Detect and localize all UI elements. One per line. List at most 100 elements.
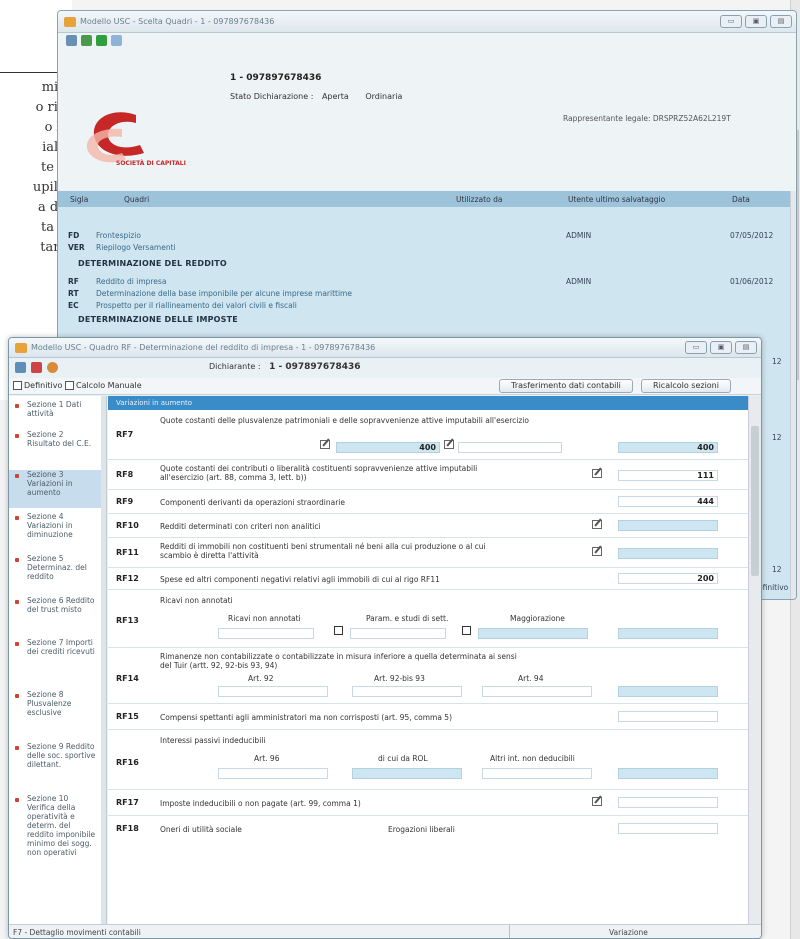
nav-scrollbar[interactable] (101, 396, 106, 924)
declaration-id: 1 - 097897678436 (230, 73, 322, 83)
table-scrollbar[interactable] (790, 191, 796, 599)
declaration-info: 1 - 097897678436 Stato Dichiarazione : A… (230, 73, 402, 101)
col-utente[interactable]: Utente ultimo salvataggio (568, 195, 665, 204)
window-titlebar[interactable]: Modello USC - Scelta Quadri - 1 - 097897… (58, 11, 796, 33)
rf16-field-1[interactable] (218, 768, 328, 779)
nav-item[interactable]: Sezione 7 Importi dei crediti ricevuti (9, 638, 101, 686)
rf16-field-3[interactable] (482, 768, 592, 779)
close-button[interactable]: ▤ (735, 341, 757, 354)
rf7-value-1: 400 (419, 443, 436, 452)
ricalcolo-button[interactable]: Ricalcolo sezioni (641, 379, 731, 393)
app-icon (15, 342, 27, 353)
nav-item[interactable]: Sezione 6 Reddito del trust misto (9, 596, 101, 634)
rf14-sub-label: Art. 92 (248, 674, 274, 683)
rf14-field-3[interactable] (482, 686, 592, 697)
restore-button[interactable]: ▤ (770, 15, 792, 28)
partial-date: 12 (772, 357, 782, 366)
edit-icon[interactable] (592, 469, 602, 478)
rf13-total-field[interactable] (618, 628, 718, 639)
edit-icon[interactable] (320, 440, 330, 449)
rf14-field-2[interactable] (352, 686, 462, 697)
rf14-total-field[interactable] (618, 686, 718, 697)
row-utente: ADMIN (566, 231, 592, 240)
edit-icon[interactable] (592, 797, 602, 806)
table-row[interactable]: VER Riepilogo Versamenti (68, 243, 176, 252)
col-utilizzato[interactable]: Utilizzato da (456, 195, 502, 204)
rf7-field-2[interactable] (458, 442, 562, 453)
maximize-button[interactable]: ▣ (745, 15, 767, 28)
checkbox-box[interactable] (13, 381, 22, 390)
rf13-checkbox-1[interactable] (334, 626, 343, 635)
rf14-sub-label: Art. 94 (518, 674, 544, 683)
table-row[interactable]: RT Determinazione della base imponibile p… (68, 289, 352, 298)
rf11-field[interactable] (618, 548, 718, 559)
copy-icon[interactable] (111, 35, 122, 46)
rf14-field-1[interactable] (218, 686, 328, 697)
print-icon[interactable] (31, 362, 42, 373)
nav-item[interactable]: Sezione 5 Determinaz. del reddito (9, 554, 101, 592)
table-row[interactable]: EC Prospetto per il riallineamento dei va… (68, 301, 297, 310)
minimize-button[interactable]: ▭ (685, 341, 707, 354)
stato-label: Stato Dichiarazione : (230, 92, 314, 101)
nav-item[interactable]: Sezione 1 Dati attività (9, 400, 101, 428)
content-scrollbar[interactable] (748, 396, 761, 924)
rf16-field-2[interactable] (352, 768, 462, 779)
rf18-field[interactable] (618, 823, 718, 834)
nav-item-selected[interactable]: Sezione 3 Variazioni in aumento (9, 470, 101, 508)
rf13-sub-label: Maggiorazione (510, 614, 565, 623)
window-title: Modello USC - Scelta Quadri - 1 - 097897… (80, 17, 275, 26)
rf13-checkbox-2[interactable] (462, 626, 471, 635)
rf13-field-1[interactable] (218, 628, 314, 639)
edit-icon[interactable] (444, 440, 454, 449)
table-row[interactable]: RF Reddito di impresa (68, 277, 166, 286)
row-sigla: VER (68, 243, 85, 252)
save-icon[interactable] (15, 362, 26, 373)
row-sigla: FD (68, 231, 80, 240)
section-header: Variazioni in aumento (108, 396, 748, 410)
scrollbar-thumb[interactable] (751, 426, 759, 576)
minimize-button[interactable]: ▭ (720, 15, 742, 28)
maximize-button[interactable]: ▣ (710, 341, 732, 354)
rf13-field-3[interactable] (478, 628, 588, 639)
nav-item[interactable]: Sezione 8 Plusvalenze esclusive (9, 690, 101, 738)
check-icon[interactable] (96, 35, 107, 46)
rf13-field-2[interactable] (350, 628, 446, 639)
nav-item[interactable]: Sezione 9 Reddito delle soc. sportive di… (9, 742, 101, 790)
trasferimento-button[interactable]: Trasferimento dati contabili (499, 379, 633, 393)
nav-item[interactable]: Sezione 4 Variazioni in diminuzione (9, 512, 101, 550)
rf17-field[interactable] (618, 797, 718, 808)
row-rf18: RF18 Oneri di utilità sociale Erogazioni… (108, 816, 748, 842)
form-content: Variazioni in aumento RF7 Quote costanti… (108, 396, 748, 924)
row-rf8: RF8 Quote costanti dei contributi o libe… (108, 460, 748, 490)
calcolo-manuale-checkbox[interactable]: Calcolo Manuale (65, 381, 142, 390)
nav-item[interactable]: Sezione 10 Verifica della operatività e … (9, 794, 101, 924)
rf15-field[interactable] (618, 711, 718, 722)
nav-item[interactable]: Sezione 2 Risultato del C.E. (9, 430, 101, 468)
col-sigla[interactable]: Sigla (70, 195, 88, 204)
col-data[interactable]: Data (732, 195, 750, 204)
row-desc: all'esercizio (art. 88, comma 3, lett. b… (160, 473, 307, 482)
table-row[interactable]: FD Frontespizio (68, 231, 141, 240)
definitivo-checkbox[interactable]: Definitivo (13, 381, 62, 390)
row-desc: Quote costanti delle plusvalenze patrimo… (160, 416, 529, 425)
col-quadri[interactable]: Quadri (124, 195, 149, 204)
help-icon[interactable] (47, 362, 58, 373)
grid-icon[interactable] (81, 35, 92, 46)
status-right: Variazione (609, 928, 648, 937)
checkbox-box[interactable] (65, 381, 74, 390)
row-desc: Spese ed altri componenti negativi relat… (160, 575, 440, 584)
bullet-icon (15, 746, 19, 750)
bullet-icon (15, 404, 19, 408)
row-code: RF10 (116, 521, 139, 530)
rf10-field[interactable] (618, 520, 718, 531)
bullet-icon (15, 600, 19, 604)
rf16-sub-label: di cui da ROL (378, 754, 428, 763)
window-titlebar[interactable]: Modello USC - Quadro RF - Determinazione… (9, 338, 761, 358)
print-icon[interactable] (66, 35, 77, 46)
window-controls: ▭ ▣ ▤ (720, 15, 792, 28)
edit-icon[interactable] (592, 547, 602, 556)
rf16-total-field[interactable] (618, 768, 718, 779)
table-header: Sigla Quadri Utilizzato da Utente ultimo… (58, 191, 790, 207)
rf8-value: 111 (697, 471, 714, 480)
edit-icon[interactable] (592, 520, 602, 529)
